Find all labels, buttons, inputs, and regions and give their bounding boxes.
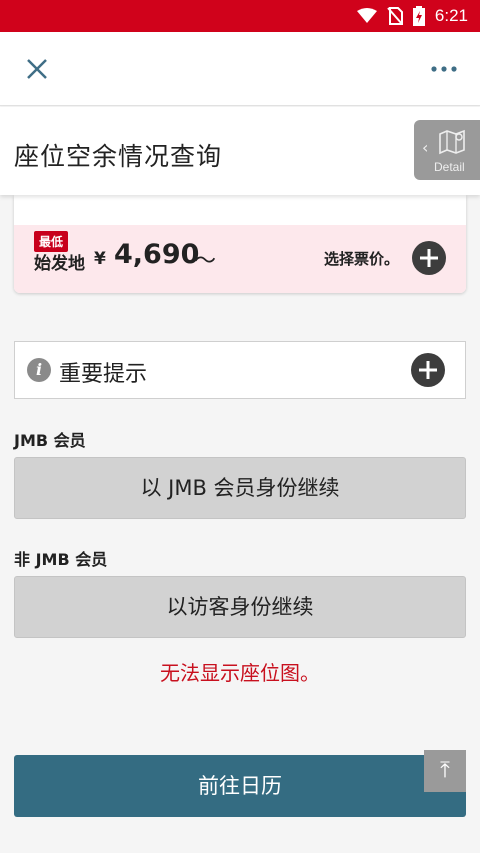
title-bar: 座位空余情况查询 [0, 107, 480, 195]
notice-label: 重要提示 [59, 362, 148, 387]
map-icon [439, 129, 465, 155]
continue-as-guest-button[interactable]: 以访客身份继续 [14, 576, 466, 638]
main-content: 最低 始发地 ¥ 4,690 ～ 选择票价。 i 重要提示 JMB 会员 以 J… [0, 195, 480, 853]
more-icon[interactable] [430, 62, 458, 76]
lowest-fare-card: 最低 始发地 ¥ 4,690 ～ 选择票价。 [14, 195, 466, 293]
wifi-icon [356, 8, 377, 23]
fare-price: 4,690 [114, 239, 200, 270]
detail-label: Detail [434, 160, 465, 174]
origin-label: 始发地 [34, 254, 85, 274]
info-icon: i [27, 358, 51, 382]
jmb-section-label: JMB 会员 [14, 431, 86, 450]
close-icon[interactable] [22, 54, 52, 84]
detail-tab[interactable]: ‹ Detail [414, 120, 480, 180]
expand-fare-plus-icon[interactable] [412, 241, 446, 275]
battery-charging-icon [412, 6, 425, 26]
clock: 6:21 [434, 6, 468, 25]
page-title: 座位空余情况查询 [14, 142, 223, 171]
currency-symbol: ¥ [94, 249, 106, 269]
non-jmb-section-label: 非 JMB 会员 [14, 550, 108, 569]
seat-map-error: 无法显示座位图。 [160, 661, 320, 685]
fare-row[interactable]: 最低 始发地 ¥ 4,690 ～ 选择票价。 [14, 225, 466, 293]
fare-tilde: ～ [194, 249, 217, 274]
top-toolbar [0, 32, 480, 106]
important-notice[interactable]: i 重要提示 [14, 341, 466, 399]
chevron-left-icon: ‹ [422, 138, 429, 157]
continue-as-jmb-button[interactable]: 以 JMB 会员身份继续 [14, 457, 466, 519]
no-sim-icon [387, 7, 403, 25]
expand-notice-plus-icon[interactable] [411, 353, 445, 387]
status-bar: 6:21 [0, 0, 480, 32]
go-to-calendar-button[interactable]: 前往日历 [14, 755, 466, 817]
scroll-to-top-icon[interactable]: ⤒ [424, 750, 466, 792]
select-fare-label: 选择票价。 [324, 250, 400, 268]
